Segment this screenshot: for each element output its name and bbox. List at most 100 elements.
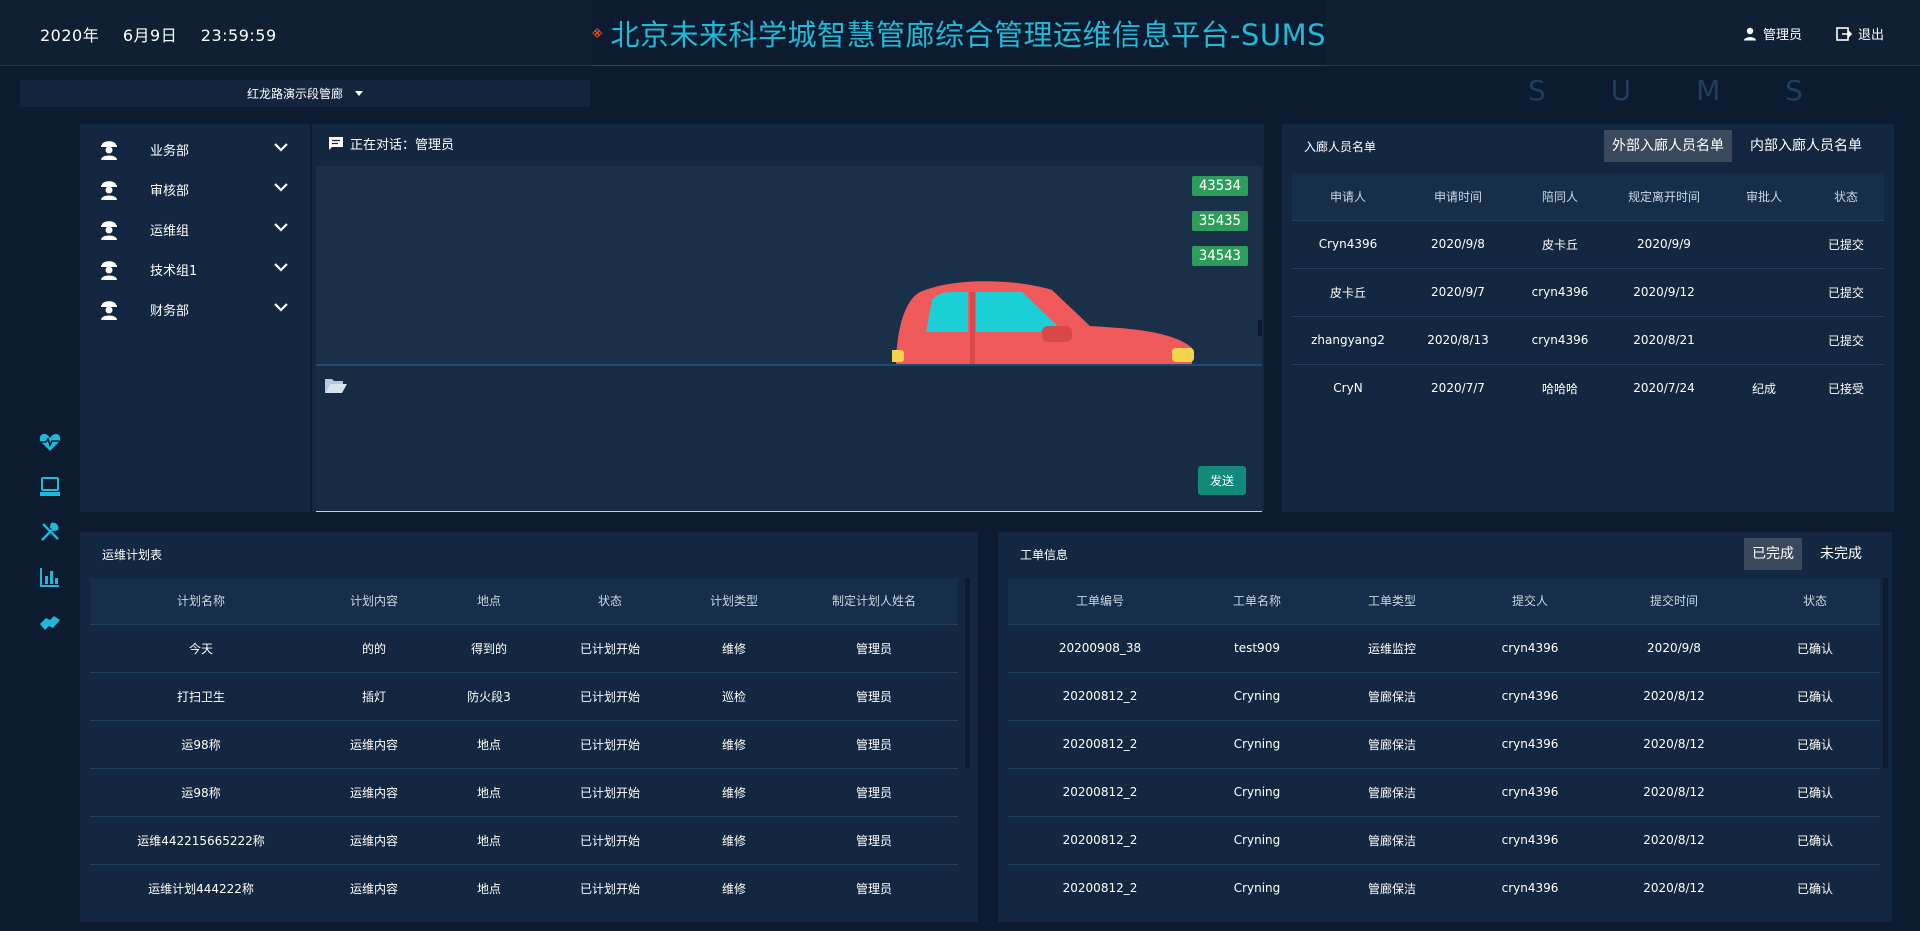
chat-scrollbar[interactable] <box>1258 320 1262 336</box>
order-table-scrollbar[interactable] <box>1883 578 1888 768</box>
table-cell: 管廊保洁 <box>1322 815 1462 864</box>
send-button[interactable]: 发送 <box>1197 466 1246 495</box>
table-row[interactable]: Cryn4396 2020/9/8 皮卡丘 2020/9/9 已提交 <box>1292 219 1884 268</box>
table-row[interactable]: 20200812_2 Cryning 管廊保洁 cryn4396 2020/8/12 已确… <box>1008 815 1880 864</box>
table-cell: 今天 <box>90 623 312 672</box>
date-year: 2020年 <box>40 26 100 45</box>
column-header: 计划名称 <box>176 594 225 609</box>
table-cell: 2020/8/13 <box>1404 315 1512 364</box>
chat-message-area[interactable]: 43534 35435 34543 <box>316 166 1262 366</box>
table-cell: 维修 <box>678 815 790 864</box>
chat-bubble-icon <box>329 137 343 150</box>
table-cell: 运维内容 <box>312 719 436 768</box>
table-cell: 20200812_2 <box>1008 767 1192 816</box>
chevron-down-icon[interactable] <box>274 183 288 192</box>
date-day: 6月9日 <box>122 26 178 45</box>
chat-input-area[interactable]: 发送 <box>316 366 1262 512</box>
table-cell: 管理员 <box>790 815 958 864</box>
table-cell: 2020/8/21 <box>1608 315 1720 364</box>
worker-icon <box>101 301 117 320</box>
table-row[interactable]: 20200812_2 Cryning 管廊保洁 cryn4396 2020/8/12 已确… <box>1008 719 1880 768</box>
table-cell: Cryning <box>1192 863 1322 912</box>
pipe-gallery-selector[interactable]: 红龙路演示段管廊 <box>20 80 590 107</box>
user-menu[interactable]: 管理员 <box>1743 24 1802 43</box>
table-cell: 管理员 <box>790 623 958 672</box>
table-cell: Cryn4396 <box>1292 219 1404 268</box>
table-cell: 地点 <box>436 863 542 912</box>
department-item[interactable]: 审核部 <box>98 174 298 204</box>
department-item[interactable]: 财务部 <box>98 294 298 324</box>
page-title: 北京未来科学城智慧管廊综合管理运维信息平台-SUMS <box>610 17 1326 52</box>
table-cell: zhangyang2 <box>1292 315 1404 364</box>
user-icon <box>1743 27 1756 40</box>
table-cell: 20200812_2 <box>1008 671 1192 720</box>
table-cell: 已接受 <box>1808 363 1884 412</box>
chevron-down-icon[interactable] <box>274 223 288 232</box>
table-row[interactable]: 运维442215665222称 运维内容 地点 已计划开始 维修 管理员 <box>90 815 958 864</box>
table-cell <box>1720 267 1808 316</box>
table-cell: 2020/7/24 <box>1608 363 1720 412</box>
table-row[interactable]: 运维计划444222称 运维内容 地点 已计划开始 维修 管理员 <box>90 863 958 912</box>
tab-external-visitors[interactable]: 外部入廊人员名单 <box>1604 130 1732 162</box>
chevron-down-icon[interactable] <box>274 143 288 152</box>
table-cell: 已提交 <box>1808 267 1884 316</box>
table-row[interactable]: 运98称 运维内容 地点 已计划开始 维修 管理员 <box>90 767 958 816</box>
table-cell: 运维内容 <box>312 767 436 816</box>
table-cell: 管理员 <box>790 767 958 816</box>
department-item[interactable]: 业务部 <box>98 134 298 164</box>
column-header: 工单编号 <box>1075 594 1124 609</box>
handshake-icon[interactable] <box>38 610 62 634</box>
table-cell: 已提交 <box>1808 315 1884 364</box>
table-row[interactable]: 运98称 运维内容 地点 已计划开始 维修 管理员 <box>90 719 958 768</box>
chevron-down-icon[interactable] <box>274 303 288 312</box>
folder-open-icon[interactable] <box>324 376 348 394</box>
table-row[interactable]: 20200812_2 Cryning 管廊保洁 cryn4396 2020/8/12 已确… <box>1008 671 1880 720</box>
table-row[interactable]: 皮卡丘 2020/9/7 cryn4396 2020/9/12 已提交 <box>1292 267 1884 316</box>
table-cell: 已计划开始 <box>542 671 678 720</box>
table-row[interactable]: 打扫卫生 插灯 防火段3 已计划开始 巡检 管理员 <box>90 671 958 720</box>
table-row[interactable]: 20200812_2 Cryning 管廊保洁 cryn4396 2020/8/12 已确… <box>1008 767 1880 816</box>
sums-watermark: S U M S <box>1528 74 1831 107</box>
tab-uncompleted[interactable]: 未完成 <box>1812 538 1870 570</box>
table-cell: cryn4396 <box>1462 767 1598 816</box>
plan-table-scrollbar[interactable] <box>965 578 970 768</box>
table-cell: 管廊保洁 <box>1322 719 1462 768</box>
table-cell: 运维计划444222称 <box>90 863 312 912</box>
table-row[interactable]: 今天 的的 得到的 已计划开始 维修 管理员 <box>90 623 958 672</box>
table-row[interactable]: 20200908_38 test909 运维监控 cryn4396 2020/9/8 已确… <box>1008 623 1880 672</box>
table-cell: 运维内容 <box>312 815 436 864</box>
department-item[interactable]: 运维组 <box>98 214 298 244</box>
side-icon-rail <box>38 430 62 655</box>
table-cell: Cryning <box>1192 767 1322 816</box>
table-cell: 管理员 <box>790 863 958 912</box>
user-name: 管理员 <box>1762 28 1802 43</box>
table-row[interactable]: 20200812_2 Cryning 管廊保洁 cryn4396 2020/8/12 已确… <box>1008 863 1880 912</box>
table-cell: 20200812_2 <box>1008 863 1192 912</box>
table-cell: 2020/8/12 <box>1598 863 1750 912</box>
chevron-down-icon[interactable] <box>274 263 288 272</box>
table-cell <box>1720 219 1808 268</box>
column-header: 计划类型 <box>709 594 758 609</box>
bar-chart-icon[interactable] <box>38 565 62 589</box>
chat-title: 正在对话：管理员 <box>350 138 455 153</box>
table-cell: 2020/9/8 <box>1404 219 1512 268</box>
worker-icon <box>101 221 117 240</box>
table-row[interactable]: zhangyang2 2020/8/13 cryn4396 2020/8/21 已提交 <box>1292 315 1884 364</box>
tab-completed[interactable]: 已完成 <box>1744 538 1802 570</box>
table-cell: 已确认 <box>1750 671 1880 720</box>
caret-down-icon <box>355 91 363 96</box>
table-cell: cryn4396 <box>1462 623 1598 672</box>
table-row[interactable]: CryN 2020/7/7 哈哈哈 2020/7/24 纪成 已接受 <box>1292 363 1884 412</box>
visitor-list-panel: 入廊人员名单 外部入廊人员名单 内部入廊人员名单 申请人 申请时间 陪同人 规定离开时… <box>1282 124 1894 512</box>
heartbeat-icon[interactable] <box>38 430 62 454</box>
table-cell: 管廊保洁 <box>1322 863 1462 912</box>
tab-internal-visitors[interactable]: 内部入廊人员名单 <box>1742 130 1870 162</box>
logout-button[interactable]: 退出 <box>1836 24 1884 43</box>
table-cell: cryn4396 <box>1462 863 1598 912</box>
department-label: 审核部 <box>150 183 190 199</box>
tools-icon[interactable] <box>38 520 62 544</box>
computer-icon[interactable] <box>38 475 62 499</box>
department-item[interactable]: 技术组1 <box>98 254 298 284</box>
table-cell <box>1720 315 1808 364</box>
table-cell: 2020/9/12 <box>1608 267 1720 316</box>
